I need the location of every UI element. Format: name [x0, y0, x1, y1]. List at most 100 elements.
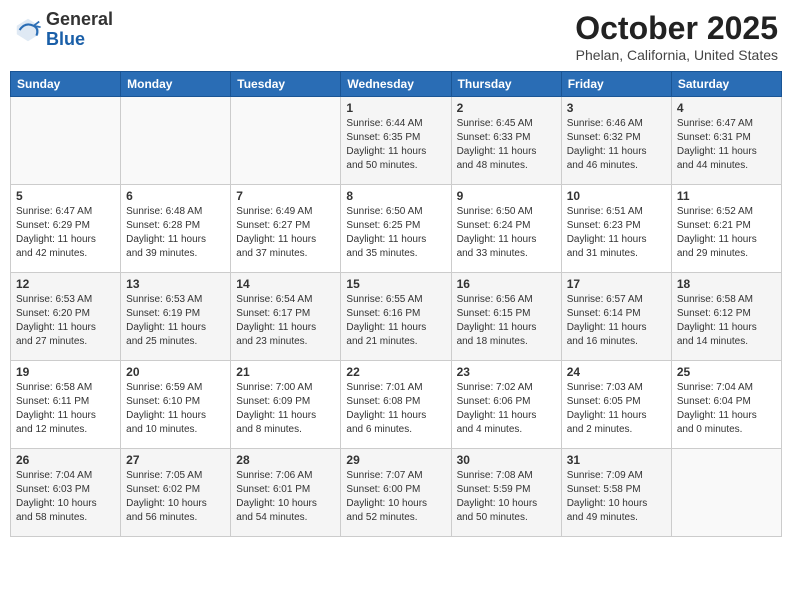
weekday-header: Monday: [121, 72, 231, 97]
calendar-cell: 24 Sunrise: 7:03 AM Sunset: 6:05 PM Dayli…: [561, 361, 671, 449]
day-number: 15: [346, 277, 445, 291]
day-info: Sunrise: 7:09 AM Sunset: 5:58 PM Dayligh…: [567, 469, 666, 525]
calendar: SundayMondayTuesdayWednesdayThursdayFrid…: [10, 71, 782, 537]
calendar-cell: 14 Sunrise: 6:54 AM Sunset: 6:17 PM Dayli…: [231, 273, 341, 361]
day-info: Sunrise: 7:02 AM Sunset: 6:06 PM Dayligh…: [457, 381, 556, 437]
day-number: 14: [236, 277, 335, 291]
logo-blue: Blue: [46, 29, 85, 49]
day-info: Sunrise: 6:49 AM Sunset: 6:27 PM Dayligh…: [236, 205, 335, 261]
calendar-cell: 7 Sunrise: 6:49 AM Sunset: 6:27 PM Daylig…: [231, 185, 341, 273]
calendar-week-row: 1Sunrise: 6:44 AM Sunset: 6:35 PM Daylig…: [11, 97, 782, 185]
day-info: Sunrise: 7:03 AM Sunset: 6:05 PM Dayligh…: [567, 381, 666, 437]
calendar-cell: 22 Sunrise: 7:01 AM Sunset: 6:08 PM Dayli…: [341, 361, 451, 449]
title-area: October 2025 Phelan, California, United …: [575, 10, 778, 63]
day-info: Sunrise: 6:48 AM Sunset: 6:28 PM Dayligh…: [126, 205, 225, 261]
calendar-cell: 23 Sunrise: 7:02 AM Sunset: 6:06 PM Dayli…: [451, 361, 561, 449]
day-number: 5: [16, 189, 115, 203]
day-info: Sunrise: 7:04 AM Sunset: 6:03 PM Dayligh…: [16, 469, 115, 525]
weekday-header: Sunday: [11, 72, 121, 97]
day-info: Sunrise: 6:54 AM Sunset: 6:17 PM Dayligh…: [236, 293, 335, 349]
calendar-cell: 8 Sunrise: 6:50 AM Sunset: 6:25 PM Daylig…: [341, 185, 451, 273]
day-info: Sunrise: 6:47 AM Sunset: 6:29 PM Dayligh…: [16, 205, 115, 261]
calendar-cell: 15Sunrise: 6:55 AM Sunset: 6:16 PM Dayli…: [341, 273, 451, 361]
logo: General Blue: [14, 10, 113, 50]
day-number: 18: [677, 277, 776, 291]
day-number: 1: [346, 101, 445, 115]
day-info: Sunrise: 7:06 AM Sunset: 6:01 PM Dayligh…: [236, 469, 335, 525]
calendar-cell: 1Sunrise: 6:44 AM Sunset: 6:35 PM Daylig…: [341, 97, 451, 185]
logo-general: General: [46, 9, 113, 29]
day-info: Sunrise: 6:53 AM Sunset: 6:20 PM Dayligh…: [16, 293, 115, 349]
calendar-cell: 20Sunrise: 6:59 AM Sunset: 6:10 PM Dayli…: [121, 361, 231, 449]
month-title: October 2025: [575, 10, 778, 47]
calendar-cell: [231, 97, 341, 185]
logo-text: General Blue: [46, 10, 113, 50]
day-info: Sunrise: 6:52 AM Sunset: 6:21 PM Dayligh…: [677, 205, 776, 261]
logo-icon: [14, 16, 42, 44]
weekday-header: Thursday: [451, 72, 561, 97]
day-number: 25: [677, 365, 776, 379]
weekday-header: Tuesday: [231, 72, 341, 97]
day-number: 13: [126, 277, 225, 291]
day-number: 11: [677, 189, 776, 203]
day-info: Sunrise: 6:50 AM Sunset: 6:25 PM Dayligh…: [346, 205, 445, 261]
day-number: 6: [126, 189, 225, 203]
calendar-cell: 18 Sunrise: 6:58 AM Sunset: 6:12 PM Dayli…: [671, 273, 781, 361]
calendar-cell: 28 Sunrise: 7:06 AM Sunset: 6:01 PM Dayli…: [231, 449, 341, 537]
day-number: 22: [346, 365, 445, 379]
calendar-week-row: 12 Sunrise: 6:53 AM Sunset: 6:20 PM Dayli…: [11, 273, 782, 361]
calendar-cell: 2Sunrise: 6:45 AM Sunset: 6:33 PM Daylig…: [451, 97, 561, 185]
calendar-cell: 11 Sunrise: 6:52 AM Sunset: 6:21 PM Dayli…: [671, 185, 781, 273]
day-number: 4: [677, 101, 776, 115]
calendar-cell: 31Sunrise: 7:09 AM Sunset: 5:58 PM Dayli…: [561, 449, 671, 537]
day-info: Sunrise: 6:59 AM Sunset: 6:10 PM Dayligh…: [126, 381, 225, 437]
day-info: Sunrise: 7:08 AM Sunset: 5:59 PM Dayligh…: [457, 469, 556, 525]
day-info: Sunrise: 7:04 AM Sunset: 6:04 PM Dayligh…: [677, 381, 776, 437]
day-info: Sunrise: 6:51 AM Sunset: 6:23 PM Dayligh…: [567, 205, 666, 261]
calendar-cell: 6 Sunrise: 6:48 AM Sunset: 6:28 PM Daylig…: [121, 185, 231, 273]
calendar-cell: 25 Sunrise: 7:04 AM Sunset: 6:04 PM Dayli…: [671, 361, 781, 449]
calendar-cell: 10 Sunrise: 6:51 AM Sunset: 6:23 PM Dayli…: [561, 185, 671, 273]
calendar-cell: 9Sunrise: 6:50 AM Sunset: 6:24 PM Daylig…: [451, 185, 561, 273]
location-title: Phelan, California, United States: [575, 47, 778, 63]
day-info: Sunrise: 7:01 AM Sunset: 6:08 PM Dayligh…: [346, 381, 445, 437]
day-number: 2: [457, 101, 556, 115]
day-number: 23: [457, 365, 556, 379]
day-info: Sunrise: 7:05 AM Sunset: 6:02 PM Dayligh…: [126, 469, 225, 525]
day-number: 16: [457, 277, 556, 291]
weekday-header: Friday: [561, 72, 671, 97]
day-number: 19: [16, 365, 115, 379]
day-info: Sunrise: 6:58 AM Sunset: 6:12 PM Dayligh…: [677, 293, 776, 349]
day-number: 27: [126, 453, 225, 467]
day-number: 24: [567, 365, 666, 379]
day-info: Sunrise: 6:50 AM Sunset: 6:24 PM Dayligh…: [457, 205, 556, 261]
day-number: 17: [567, 277, 666, 291]
day-number: 3: [567, 101, 666, 115]
weekday-header-row: SundayMondayTuesdayWednesdayThursdayFrid…: [11, 72, 782, 97]
day-number: 21: [236, 365, 335, 379]
day-info: Sunrise: 6:57 AM Sunset: 6:14 PM Dayligh…: [567, 293, 666, 349]
day-number: 12: [16, 277, 115, 291]
calendar-week-row: 5 Sunrise: 6:47 AM Sunset: 6:29 PM Daylig…: [11, 185, 782, 273]
day-number: 10: [567, 189, 666, 203]
header: General Blue October 2025 Phelan, Califo…: [10, 10, 782, 63]
calendar-cell: 29Sunrise: 7:07 AM Sunset: 6:00 PM Dayli…: [341, 449, 451, 537]
calendar-cell: 4 Sunrise: 6:47 AM Sunset: 6:31 PM Daylig…: [671, 97, 781, 185]
calendar-cell: 19Sunrise: 6:58 AM Sunset: 6:11 PM Dayli…: [11, 361, 121, 449]
day-info: Sunrise: 6:53 AM Sunset: 6:19 PM Dayligh…: [126, 293, 225, 349]
calendar-cell: 13 Sunrise: 6:53 AM Sunset: 6:19 PM Dayli…: [121, 273, 231, 361]
day-number: 30: [457, 453, 556, 467]
calendar-cell: 12 Sunrise: 6:53 AM Sunset: 6:20 PM Dayli…: [11, 273, 121, 361]
day-info: Sunrise: 6:47 AM Sunset: 6:31 PM Dayligh…: [677, 117, 776, 173]
day-info: Sunrise: 7:00 AM Sunset: 6:09 PM Dayligh…: [236, 381, 335, 437]
calendar-cell: [671, 449, 781, 537]
day-number: 7: [236, 189, 335, 203]
calendar-cell: 21 Sunrise: 7:00 AM Sunset: 6:09 PM Dayli…: [231, 361, 341, 449]
day-number: 26: [16, 453, 115, 467]
weekday-header: Wednesday: [341, 72, 451, 97]
day-number: 8: [346, 189, 445, 203]
day-number: 29: [346, 453, 445, 467]
calendar-cell: 27 Sunrise: 7:05 AM Sunset: 6:02 PM Dayli…: [121, 449, 231, 537]
day-number: 28: [236, 453, 335, 467]
day-info: Sunrise: 6:56 AM Sunset: 6:15 PM Dayligh…: [457, 293, 556, 349]
